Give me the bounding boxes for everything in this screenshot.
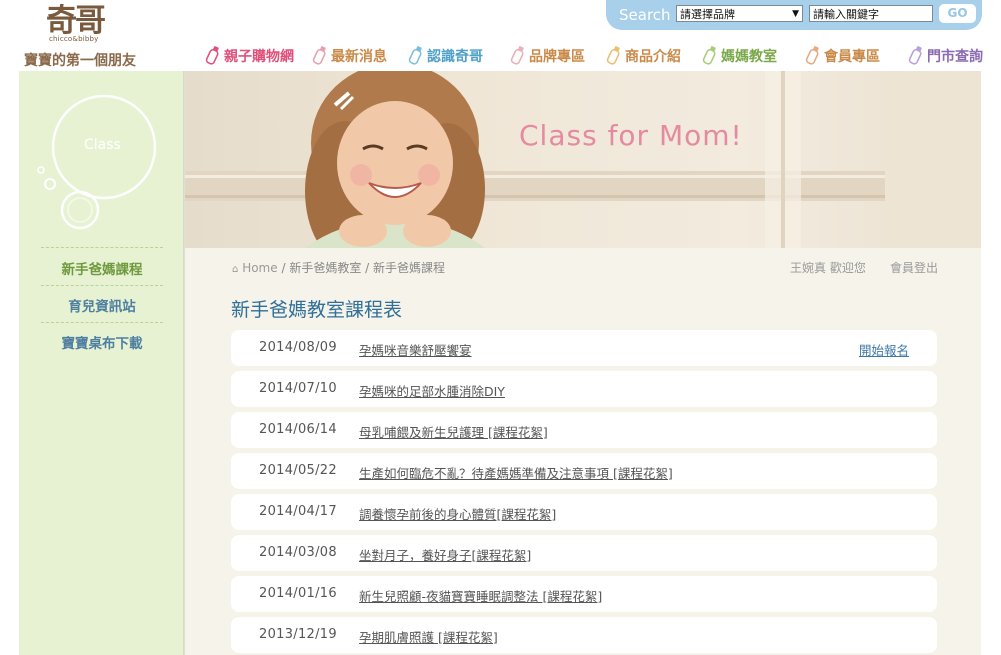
nav-item-label: 媽媽教室 <box>721 49 777 65</box>
nav-item-label: 品牌專區 <box>529 49 585 65</box>
sidebar-item-parenting-info[interactable]: 育兒資訊站 <box>39 295 165 315</box>
search-go-button[interactable]: GO <box>939 4 976 23</box>
course-date: 2013/12/19 <box>259 627 337 642</box>
hero-text: Class for Mom! <box>519 119 743 152</box>
bottle-icon <box>606 46 620 65</box>
bubble-decoration-icon <box>37 94 157 230</box>
course-date: 2014/03/08 <box>259 545 337 560</box>
page-title: 新手爸媽教室課程表 <box>231 299 403 321</box>
brand-logo[interactable]: 奇哥 chicco&bibby <box>46 4 118 44</box>
keyword-input[interactable] <box>809 5 933 22</box>
nav-item-label: 門市查詢 <box>927 49 983 65</box>
course-title-link[interactable]: 生產如何臨危不亂？待產媽媽準備及注意事項 [課程花絮] <box>359 463 673 482</box>
course-title-link[interactable]: 新生兒照顧-夜貓寶寶睡眠調整法 [課程花絮] <box>359 586 602 605</box>
breadcrumb-level1[interactable]: 新手爸媽教室 <box>289 261 361 275</box>
hero-illustration <box>185 71 981 248</box>
dropdown-arrow-icon: ▼ <box>792 9 799 19</box>
course-title-link[interactable]: 母乳哺餵及新生兒護理 [課程花絮] <box>359 422 548 441</box>
register-link[interactable]: 開始報名 <box>859 340 909 359</box>
search-bar: Search 請選擇品牌 ▼ GO <box>606 0 982 30</box>
course-title-link[interactable]: 調養懷孕前後的身心體質[課程花絮] <box>359 504 556 523</box>
breadcrumb-sep: / <box>365 261 370 275</box>
course-row: 2014/06/14 母乳哺餵及新生兒護理 [課程花絮] <box>231 412 937 448</box>
course-row: 2014/05/22 生產如何臨危不亂？待產媽媽準備及注意事項 [課程花絮] <box>231 453 937 489</box>
bottle-icon <box>805 46 819 65</box>
breadcrumb: ⌂ Home / 新手爸媽教室 / 新手爸媽課程 <box>232 259 445 276</box>
nav-item-label: 親子購物網 <box>224 49 294 65</box>
breadcrumb-home[interactable]: Home <box>242 261 277 275</box>
brand-slogan: 寶寶的第一個朋友 <box>24 53 136 69</box>
bottle-icon <box>908 46 922 65</box>
sidebar-item-wallpaper[interactable]: 寶寶桌布下載 <box>39 332 165 352</box>
course-title-link[interactable]: 孕期肌膚照護 [課程花絮] <box>359 627 498 646</box>
divider <box>41 285 163 286</box>
bottle-icon <box>205 46 219 65</box>
home-icon: ⌂ <box>232 264 239 275</box>
bottle-icon <box>312 46 326 65</box>
course-date: 2014/04/17 <box>259 504 337 519</box>
course-date: 2014/06/14 <box>259 422 337 437</box>
course-date: 2014/01/16 <box>259 586 337 601</box>
hero-banner: Class for Mom! <box>185 71 981 248</box>
course-row: 2013/12/19 孕期肌膚照護 [課程花絮] <box>231 617 937 653</box>
breadcrumb-sep: / <box>281 261 286 275</box>
sidebar-circle-label: Class <box>84 137 121 153</box>
divider <box>41 322 163 323</box>
course-row: 2014/04/17 調養懷孕前後的身心體質[課程花絮] <box>231 494 937 530</box>
logo-subtext: chicco&bibby <box>49 35 99 43</box>
course-title-link[interactable]: 孕媽咪音樂舒壓饗宴 <box>359 340 472 359</box>
course-title-link[interactable]: 坐對月子，養好身子[課程花絮] <box>359 545 531 564</box>
course-date: 2014/05/22 <box>259 463 337 478</box>
bottle-icon <box>510 46 524 65</box>
brand-select[interactable]: 請選擇品牌 ▼ <box>676 5 803 22</box>
main-content: ⌂ Home / 新手爸媽教室 / 新手爸媽課程 王婉真 歡迎您 會員登出 新手… <box>185 248 981 655</box>
logo-text: 奇哥 <box>46 3 106 39</box>
divider <box>41 247 163 248</box>
course-row: 2014/08/09 孕媽咪音樂舒壓饗宴 開始報名 <box>231 330 937 366</box>
nav-item-label: 會員專區 <box>824 49 880 65</box>
nav-item-label: 商品介紹 <box>625 49 681 65</box>
nav-item-label: 最新消息 <box>331 49 387 65</box>
breadcrumb-current: 新手爸媽課程 <box>373 261 446 275</box>
course-row: 2014/01/16 新生兒照顧-夜貓寶寶睡眠調整法 [課程花絮] <box>231 576 937 612</box>
course-row: 2014/07/10 孕媽咪的足部水腫消除DIY <box>231 371 937 407</box>
logout-link[interactable]: 會員登出 <box>890 259 938 276</box>
bottle-icon <box>702 46 716 65</box>
welcome-text: 王婉真 歡迎您 <box>790 261 866 275</box>
nav-item-label: 認識奇哥 <box>427 49 483 65</box>
sidebar: Class 新手爸媽課程 育兒資訊站 寶寶桌布下載 <box>19 71 189 655</box>
course-date: 2014/07/10 <box>259 381 337 396</box>
bottle-icon <box>408 46 422 65</box>
search-label: Search <box>619 6 671 24</box>
course-row: 2014/03/08 坐對月子，養好身子[課程花絮] <box>231 535 937 571</box>
course-title-link[interactable]: 孕媽咪的足部水腫消除DIY <box>359 381 505 400</box>
brand-select-value: 請選擇品牌 <box>680 8 735 21</box>
sidebar-item-parent-course[interactable]: 新手爸媽課程 <box>39 258 165 278</box>
course-date: 2014/08/09 <box>259 340 337 355</box>
